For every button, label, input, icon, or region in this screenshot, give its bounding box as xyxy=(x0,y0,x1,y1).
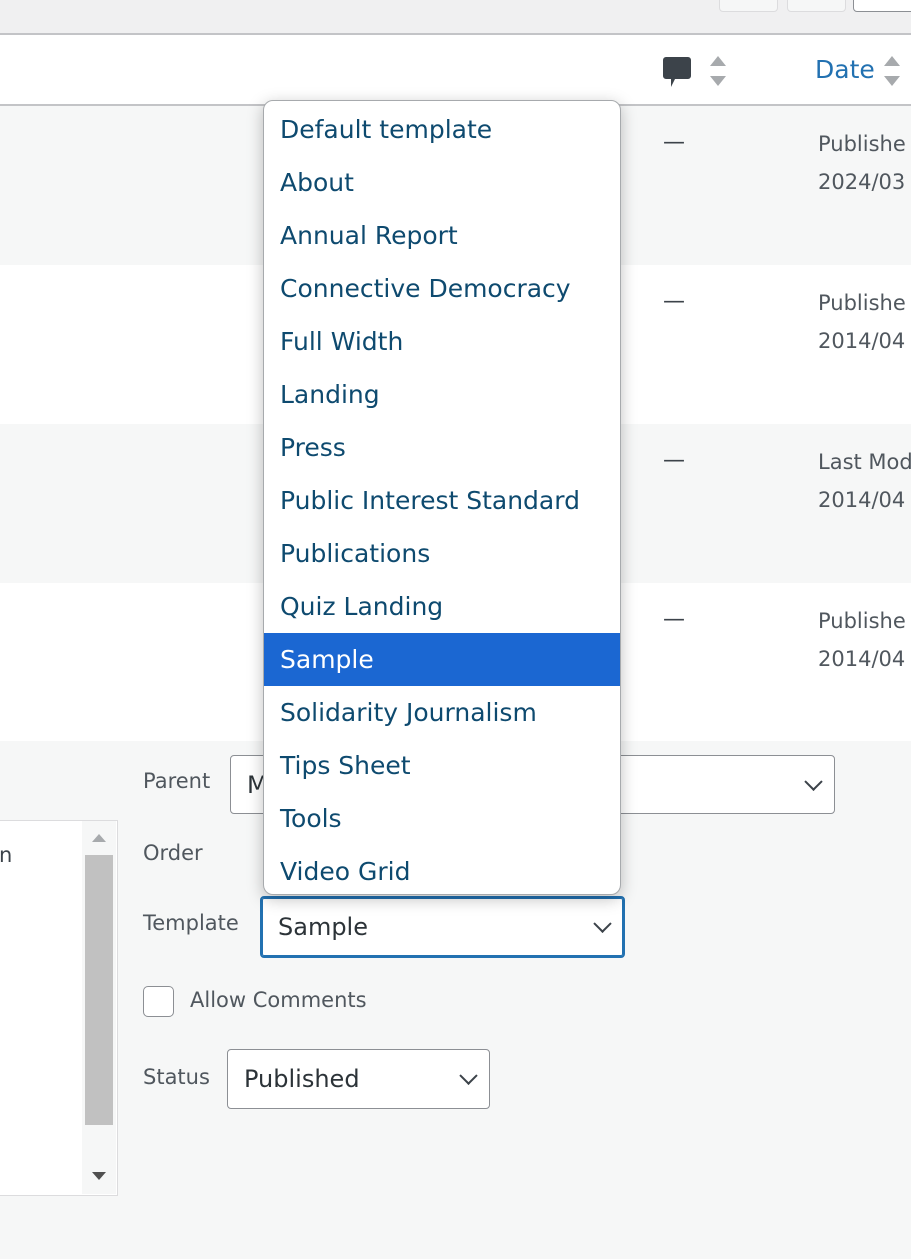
template-option[interactable]: Public Interest Standard xyxy=(264,474,620,527)
scroll-down-icon[interactable] xyxy=(91,1171,107,1181)
status-select[interactable]: Published xyxy=(227,1049,490,1109)
list-item: n xyxy=(0,843,13,867)
toolbar-button[interactable] xyxy=(787,0,846,12)
template-select[interactable]: Sample xyxy=(260,896,625,958)
template-option[interactable]: Quiz Landing xyxy=(264,580,620,633)
template-option[interactable]: Landing xyxy=(264,368,620,421)
category-list[interactable]: n xyxy=(0,820,118,1196)
post-status: Last Mod xyxy=(818,450,911,474)
scrollbar-thumb[interactable] xyxy=(85,855,113,1125)
table-header: Date xyxy=(0,33,911,106)
parent-label: Parent xyxy=(143,769,211,793)
template-option[interactable]: Tools xyxy=(264,792,620,845)
date-column-header[interactable]: Date xyxy=(815,55,875,84)
comment-bubble-icon[interactable] xyxy=(663,57,691,89)
template-option[interactable]: Publications xyxy=(264,527,620,580)
template-value: Sample xyxy=(278,913,368,941)
chevron-down-icon xyxy=(804,772,823,791)
template-option[interactable]: Video Grid xyxy=(264,845,620,894)
post-date: 2024/03 xyxy=(818,170,906,194)
scroll-up-icon[interactable] xyxy=(91,833,107,843)
allow-comments-label[interactable]: Allow Comments xyxy=(190,988,367,1012)
chevron-down-icon xyxy=(459,1066,478,1085)
post-date: 2014/04 xyxy=(818,329,906,353)
template-option[interactable]: Solidarity Journalism xyxy=(264,686,620,739)
status-label: Status xyxy=(143,1065,210,1089)
toolbar-button[interactable] xyxy=(719,0,778,12)
sort-arrows-icon[interactable] xyxy=(883,55,901,87)
order-label: Order xyxy=(143,841,203,865)
chevron-down-icon xyxy=(593,914,612,933)
template-dropdown-menu[interactable]: Default template About Annual Report Connec… xyxy=(263,100,621,895)
post-status: Publishe xyxy=(818,291,906,315)
template-option[interactable]: About xyxy=(264,156,620,209)
post-status: Publishe xyxy=(818,132,906,156)
comment-count: — xyxy=(663,289,685,314)
post-date: 2014/04 xyxy=(818,647,906,671)
template-option[interactable]: Tips Sheet xyxy=(264,739,620,792)
status-value: Published xyxy=(244,1065,360,1093)
template-option[interactable]: Annual Report xyxy=(264,209,620,262)
toolbar-input[interactable] xyxy=(853,0,911,12)
allow-comments-checkbox[interactable] xyxy=(143,986,174,1017)
template-option[interactable]: Connective Democracy xyxy=(264,262,620,315)
template-option[interactable]: Default template xyxy=(264,103,620,156)
comment-count: — xyxy=(663,448,685,473)
post-status: Publishe xyxy=(818,609,906,633)
post-date: 2014/04 xyxy=(818,488,906,512)
template-option[interactable]: Press xyxy=(264,421,620,474)
template-option[interactable]: Sample xyxy=(264,633,620,686)
comment-count: — xyxy=(663,607,685,632)
sort-arrows-icon[interactable] xyxy=(709,55,727,87)
template-label: Template xyxy=(143,911,239,935)
template-option[interactable]: Full Width xyxy=(264,315,620,368)
scrollbar[interactable] xyxy=(82,821,116,1194)
comment-count: — xyxy=(663,130,685,155)
